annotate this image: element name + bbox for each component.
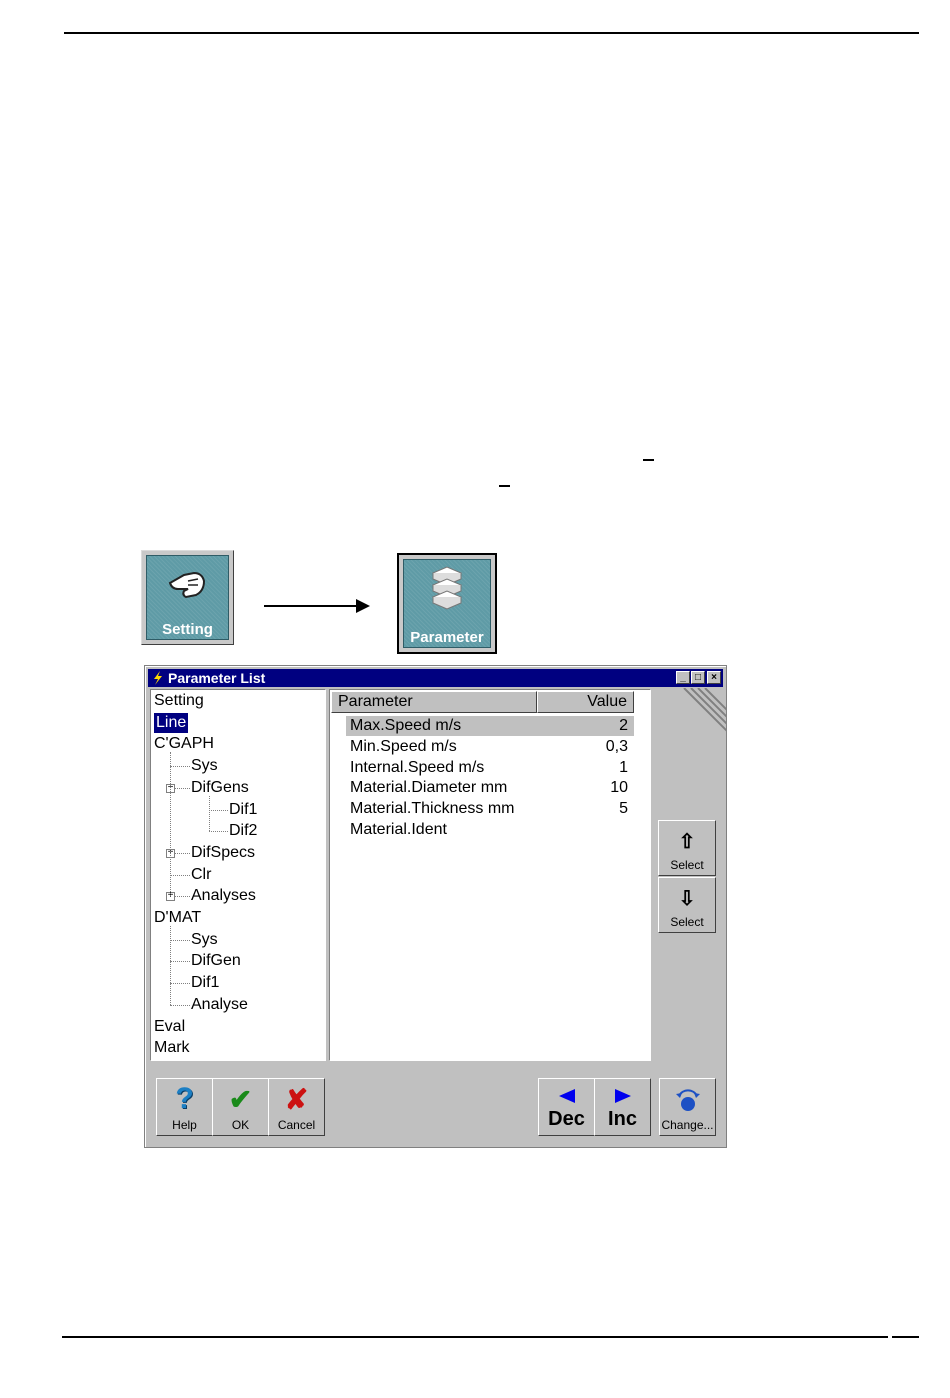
table-row[interactable]: Min.Speed m/s 0,3	[346, 737, 634, 757]
column-header-parameter[interactable]: Parameter	[331, 691, 537, 713]
help-label: Help	[172, 1118, 197, 1132]
arrow-up-icon: ⇧	[678, 831, 696, 853]
arrow-left-icon	[539, 1085, 594, 1107]
tree-item[interactable]: Dif2	[229, 821, 257, 841]
dec-label: Dec	[548, 1108, 585, 1130]
table-row[interactable]: Material.Ident	[346, 820, 634, 840]
stacked-layers-icon	[399, 565, 495, 615]
parameter-value: 1	[619, 758, 628, 776]
parameter-name: Max.Speed m/s	[350, 717, 462, 734]
tree-item[interactable]: DifSpecs	[191, 843, 255, 863]
help-button[interactable]: ? Help	[156, 1078, 213, 1136]
tree-connector	[170, 961, 190, 963]
tree-item[interactable]: C'GAPH	[154, 734, 214, 754]
tree-connector	[170, 874, 190, 876]
tree-item[interactable]: DifGens	[191, 778, 249, 798]
tree-item[interactable]: Clr	[191, 865, 211, 885]
tree-connector	[170, 766, 190, 768]
cross-icon: ✘	[284, 1083, 309, 1115]
tree-connector	[209, 809, 228, 811]
arrow-line	[264, 605, 358, 607]
table-row[interactable]: Material.Diameter mm 10	[346, 778, 634, 798]
parameter-name: Material.Diameter mm	[350, 779, 508, 797]
setting-button[interactable]: Setting	[141, 550, 234, 645]
tree-connector	[170, 926, 171, 1005]
close-button[interactable]: ×	[707, 671, 721, 684]
title-bar: Parameter List _ □ ×	[148, 669, 723, 687]
resize-grip	[674, 688, 726, 736]
parameter-label: Parameter	[410, 629, 484, 646]
question-mark-icon: ?	[175, 1082, 194, 1115]
tree-connector	[170, 1004, 190, 1006]
tree-connector	[170, 752, 171, 897]
tree-connector	[209, 795, 210, 832]
parameter-list[interactable]: Parameter Value Max.Speed m/s 2 Min.Speed …	[329, 689, 651, 1061]
select-up-label: Select	[670, 858, 704, 872]
tree-connector	[170, 939, 190, 941]
dec-button[interactable]: Dec	[538, 1078, 595, 1136]
change-button[interactable]: Change...	[659, 1078, 716, 1136]
parameter-button[interactable]: Parameter	[397, 553, 497, 654]
ok-button[interactable]: ✔ OK	[212, 1078, 269, 1136]
parameter-name: Min.Speed m/s	[350, 737, 457, 755]
tree-item[interactable]: Mark	[154, 1038, 190, 1058]
tree-item[interactable]: DifGen	[191, 951, 241, 971]
maximize-button[interactable]: □	[691, 671, 705, 684]
parameter-value: 10	[610, 779, 628, 797]
tree-item[interactable]: Sys	[191, 756, 218, 776]
table-row[interactable]: Material.Thickness mm 5	[346, 799, 634, 819]
tree-item[interactable]: Analyses	[191, 886, 256, 906]
cancel-label: Cancel	[277, 1118, 316, 1132]
select-down-button[interactable]: ⇩ Select	[658, 877, 716, 933]
parameter-name: Material.Ident	[350, 821, 447, 838]
column-header-value[interactable]: Value	[537, 691, 634, 713]
tree-item[interactable]: Dif1	[229, 800, 257, 820]
table-row[interactable]: Max.Speed m/s 2	[346, 716, 634, 736]
lightning-icon	[152, 671, 164, 689]
checkmark-icon: ✔	[228, 1083, 253, 1115]
arrow-right-icon	[595, 1085, 650, 1107]
tree-item[interactable]: Sys	[191, 930, 218, 950]
arrow-right-icon	[356, 599, 370, 613]
inc-label: Inc	[608, 1108, 637, 1130]
table-row[interactable]: Internal.Speed m/s 1	[346, 758, 634, 778]
select-down-label: Select	[670, 915, 704, 929]
arrow-down-icon: ⇩	[678, 888, 696, 910]
parameter-value: 5	[619, 800, 628, 818]
select-up-button[interactable]: ⇧ Select	[658, 820, 716, 876]
bottom-rule-end	[892, 1336, 919, 1338]
category-tree[interactable]: Setting Line C'GAPH Sys DifGens − Dif1 Dif2 DifS…	[150, 689, 326, 1061]
tree-item[interactable]: D'MAT	[154, 908, 201, 928]
pointing-hand-icon	[142, 561, 233, 607]
parameter-value: 0,3	[605, 737, 628, 755]
parameter-list-window: Parameter List _ □ × Setting Line C'GAPH Sy…	[144, 665, 727, 1148]
cancel-button[interactable]: ✘ Cancel	[268, 1078, 325, 1136]
inc-button[interactable]: Inc	[594, 1078, 651, 1136]
top-rule	[64, 32, 919, 34]
tree-connector	[209, 831, 228, 833]
change-label: Change...	[661, 1118, 714, 1132]
parameter-name: Material.Thickness mm	[350, 800, 515, 818]
tree-item[interactable]: Setting	[154, 691, 204, 711]
tree-item[interactable]: Eval	[154, 1017, 185, 1037]
underscore-mark	[499, 485, 510, 487]
tree-item[interactable]: Analyse	[191, 995, 248, 1015]
minimize-button[interactable]: _	[676, 671, 690, 684]
parameter-name: Internal.Speed m/s	[350, 758, 485, 776]
bottom-rule	[62, 1336, 888, 1338]
setting-label: Setting	[162, 621, 213, 638]
tree-connector	[170, 983, 190, 985]
underscore-mark	[643, 459, 654, 461]
parameter-value: 2	[619, 717, 628, 734]
rotate-knob-icon	[660, 1083, 715, 1115]
tree-item[interactable]: Dif1	[191, 973, 219, 993]
window-title: Parameter List	[168, 670, 266, 686]
ok-label: OK	[231, 1118, 250, 1132]
tree-item[interactable]: Line	[154, 712, 189, 733]
